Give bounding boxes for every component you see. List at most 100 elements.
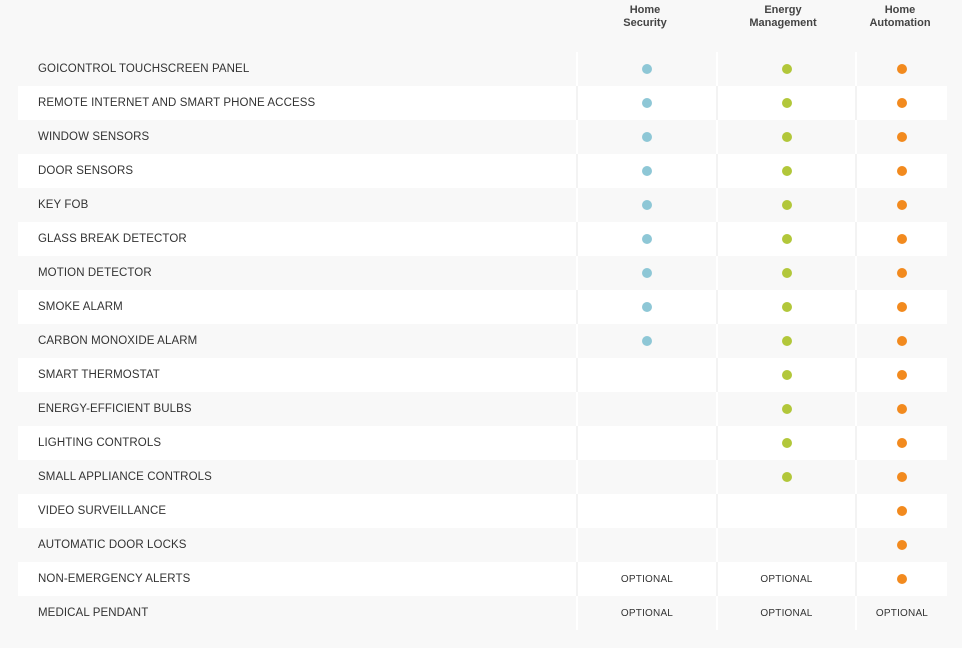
included-dot-icon [781,234,792,244]
feature-name: VIDEO SURVEILLANCE [38,505,167,517]
cell-automation [855,188,947,222]
feature-name: AUTOMATIC DOOR LOCKS [38,539,187,551]
column-header-line: Management [749,17,817,29]
included-dot-icon [897,336,907,346]
cell-security [576,86,716,120]
included-dot-icon [897,64,907,74]
included-dot-icon [781,64,792,74]
cell-automation [855,528,947,562]
column-header-line: Home [884,4,916,16]
cell-energy [716,290,855,324]
cell-automation [855,358,947,392]
feature-name: ENERGY-EFFICIENT BULBS [38,403,192,415]
cell-automation [855,494,947,528]
included-dot-icon [897,438,907,448]
included-dot-icon [897,506,907,516]
cell-security [576,52,716,86]
cell-energy [716,460,855,494]
feature-name: MOTION DETECTOR [38,267,152,279]
table-row: DOOR SENSORS [18,154,947,188]
cell-energy: OPTIONAL [716,562,855,596]
included-dot-icon [642,98,652,108]
included-dot-icon [897,472,907,482]
included-dot-icon [781,438,792,448]
cell-security [576,460,716,494]
included-dot-icon [642,268,652,278]
included-dot-icon [781,200,792,210]
cell-energy [716,358,855,392]
column-header-line: Automation [869,17,931,29]
cell-automation [855,256,947,290]
included-dot-icon [781,472,792,482]
cell-energy: OPTIONAL [716,596,855,630]
included-dot-icon [897,234,907,244]
cell-security [576,188,716,222]
feature-name: SMALL APPLIANCE CONTROLS [38,471,212,483]
included-dot-icon [897,404,907,414]
cell-energy [716,120,855,154]
included-dot-icon [897,200,907,210]
cell-security [576,290,716,324]
table-row: WINDOW SENSORS [18,120,947,154]
table-row: SMALL APPLIANCE CONTROLS [18,460,947,494]
cell-security: OPTIONAL [576,562,716,596]
column-header-home-automation: Home Automation [860,4,940,30]
included-dot-icon [642,336,652,346]
table-row: KEY FOB [18,188,947,222]
included-dot-icon [642,64,652,74]
feature-name: LIGHTING CONTROLS [38,437,162,449]
cell-automation [855,222,947,256]
cell-energy [716,426,855,460]
table-row: MOTION DETECTOR [18,256,947,290]
cell-security [576,154,716,188]
feature-name: MEDICAL PENDANT [38,607,149,619]
cell-security [576,528,716,562]
column-header-line: Home [629,4,661,16]
cell-automation [855,290,947,324]
cell-security: OPTIONAL [576,596,716,630]
included-dot-icon [642,302,652,312]
included-dot-icon [642,234,652,244]
feature-name: WINDOW SENSORS [38,131,150,143]
included-dot-icon [781,166,792,176]
cell-automation [855,154,947,188]
column-header-line: Security [623,17,667,29]
column-header-home-security: Home Security [605,4,685,30]
cell-automation [855,426,947,460]
cell-energy [716,188,855,222]
cell-automation [855,86,947,120]
cell-automation [855,562,947,596]
included-dot-icon [897,574,907,584]
included-dot-icon [781,336,792,346]
table-row: VIDEO SURVEILLANCE [18,494,947,528]
table-row: GOICONTROL TOUCHSCREEN PANEL [18,52,947,86]
included-dot-icon [897,268,907,278]
cell-security [576,358,716,392]
table-row: REMOTE INTERNET AND SMART PHONE ACCESS [18,86,947,120]
feature-name: GLASS BREAK DETECTOR [38,233,187,245]
included-dot-icon [897,132,907,142]
table-row: SMART THERMOSTAT [18,358,947,392]
feature-name: DOOR SENSORS [38,165,134,177]
included-dot-icon [642,200,652,210]
included-dot-icon [642,132,652,142]
column-header-energy-management: Energy Management [743,4,823,30]
feature-name: SMOKE ALARM [38,301,123,313]
cell-automation: OPTIONAL [855,596,947,630]
feature-name: CARBON MONOXIDE ALARM [38,335,198,347]
cell-security [576,256,716,290]
column-header-line: Energy [764,4,802,16]
cell-energy [716,324,855,358]
cell-automation [855,324,947,358]
included-dot-icon [781,98,792,108]
included-dot-icon [897,166,907,176]
feature-name: NON-EMERGENCY ALERTS [38,573,191,585]
optional-label: OPTIONAL [760,607,813,619]
table-row: AUTOMATIC DOOR LOCKS [18,528,947,562]
cell-energy [716,528,855,562]
table-row: LIGHTING CONTROLS [18,426,947,460]
cell-energy [716,256,855,290]
included-dot-icon [781,370,792,380]
table-row: GLASS BREAK DETECTOR [18,222,947,256]
cell-energy [716,222,855,256]
